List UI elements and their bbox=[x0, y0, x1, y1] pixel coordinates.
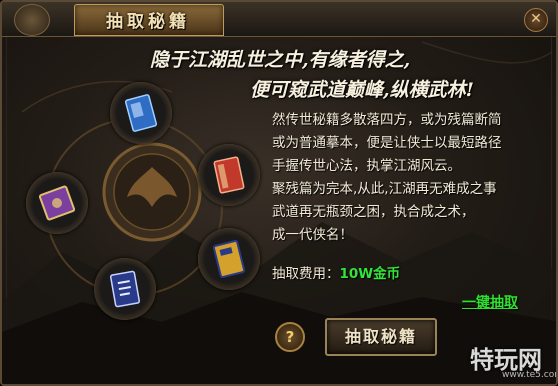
cost-value: 10W金币 bbox=[339, 266, 401, 282]
purple-book-icon bbox=[39, 185, 75, 221]
description: 然传世秘籍多散落四方，或为残篇断简 或为普通摹本，便是让侠士以最短路径 手握传世… bbox=[272, 109, 554, 247]
headline-line-1: 隐于江湖乱世之中,有缘者得之, bbox=[150, 49, 411, 71]
one-click-draw-link[interactable]: 一键抽取 bbox=[462, 292, 518, 312]
window-title: 抽取秘籍 bbox=[106, 12, 190, 32]
dark-blue-book-icon bbox=[109, 270, 141, 308]
close-button[interactable]: ✕ bbox=[524, 8, 548, 32]
book-slot-yellow[interactable] bbox=[198, 228, 260, 290]
book-slot-red[interactable] bbox=[198, 144, 260, 206]
book-slot-purple[interactable] bbox=[26, 172, 88, 234]
book-slot-blue[interactable] bbox=[110, 82, 172, 144]
headline-line-2: 便可窥武道巅峰,纵横武林! bbox=[250, 79, 474, 101]
title-bar: 抽取秘籍 ✕ bbox=[2, 2, 556, 37]
description-line: 然传世秘籍多散落四方，或为残篇断简 bbox=[272, 112, 502, 128]
description-line: 或为普通摹本，便是让侠士以最短路径 bbox=[272, 135, 502, 151]
emblem-icon bbox=[14, 4, 50, 36]
draw-manual-button[interactable]: 抽取秘籍 bbox=[325, 318, 437, 356]
draw-manual-panel: 抽取秘籍 ✕ 隐于江湖乱世之中,有缘者得之, 便可窥武道巅峰,纵横武林! 然传世… bbox=[0, 0, 558, 386]
help-button[interactable]: ? bbox=[275, 322, 305, 352]
draw-cost: 抽取费用：10W金币 bbox=[272, 262, 400, 282]
yellow-book-icon bbox=[212, 240, 246, 278]
cost-label: 抽取费用： bbox=[272, 266, 340, 282]
description-line: 成一代侠名！ bbox=[272, 227, 353, 243]
blue-book-icon bbox=[124, 94, 158, 132]
watermark-url: www.te5.com bbox=[502, 370, 558, 380]
description-line: 武道再无瓶颈之困，执合成之术， bbox=[272, 204, 475, 220]
description-line: 聚残篇为完本,从此,江湖再无难成之事 bbox=[272, 181, 497, 197]
red-book-icon bbox=[213, 156, 245, 194]
book-slot-dark-blue[interactable] bbox=[94, 258, 156, 320]
description-line: 手握传世心法，执掌江湖风云。 bbox=[272, 158, 461, 174]
